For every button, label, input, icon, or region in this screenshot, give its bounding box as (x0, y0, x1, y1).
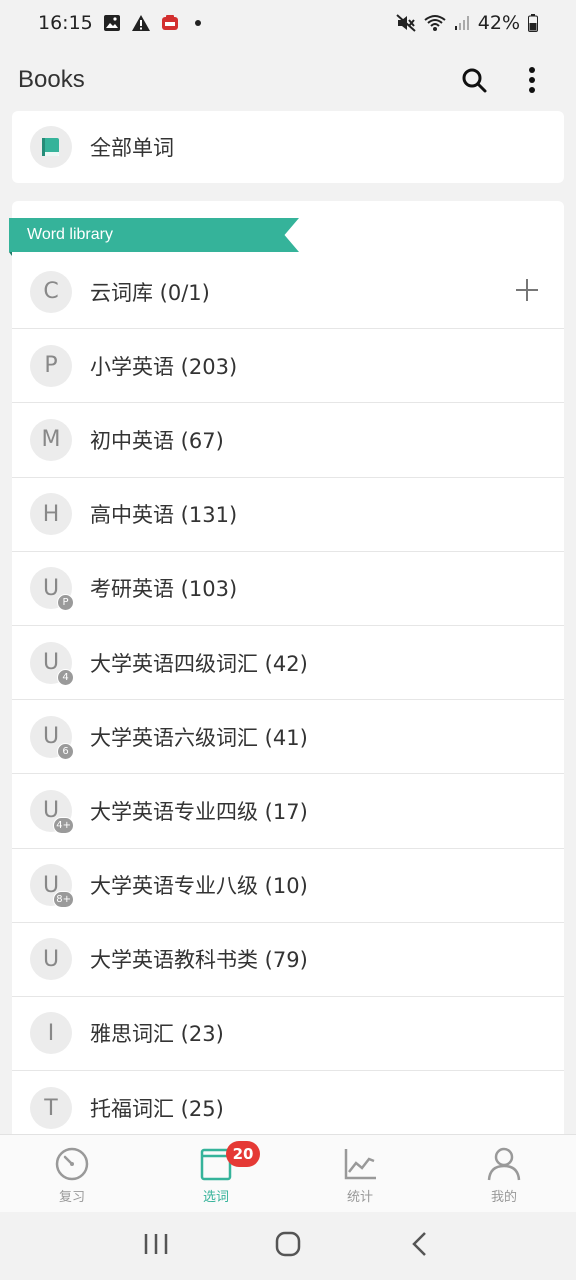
word-library-list: C 云词库 (0/1) P 小学英语 (203) M 初中英语 (67) H 高中英语 (13… (12, 255, 564, 1141)
library-item[interactable]: M 初中英语 (67) (12, 403, 564, 478)
battery-percent: 42% (477, 12, 520, 34)
library-letter-avatar: P (30, 344, 72, 387)
avatar-letter: I (47, 1020, 55, 1046)
library-letter-avatar: C (30, 270, 72, 313)
library-letter-avatar: I (30, 1012, 72, 1055)
level-badge: 8+ (53, 891, 74, 909)
library-item-label: 托福词汇 (25) (90, 1097, 224, 1122)
nav-count-badge: 20 (226, 1141, 260, 1167)
library-item-label: 考研英语 (103) (90, 577, 238, 602)
all-words-item[interactable]: 全部单词 (12, 111, 564, 183)
library-item[interactable]: P 小学英语 (203) (12, 329, 564, 404)
library-letter-avatar: H (30, 493, 72, 536)
avatar-letter: C (43, 279, 59, 305)
dot-icon (194, 20, 201, 26)
library-item[interactable]: U 大学英语教科书类 (79) (12, 923, 564, 997)
warning-icon (131, 14, 151, 32)
library-item-label: 初中英语 (67) (90, 428, 224, 453)
library-item[interactable]: U 6 大学英语六级词汇 (41) (12, 700, 564, 775)
level-badge: 6 (57, 742, 74, 760)
avatar-letter: U (42, 946, 60, 972)
image-icon (103, 14, 121, 32)
library-letter-avatar: UP (30, 567, 74, 612)
notification-app-icon (161, 14, 179, 32)
nav-item-profile[interactable]: 我的 (432, 1135, 576, 1212)
status-time: 16:15 (38, 12, 93, 34)
library-item[interactable]: T 托福词汇 (25) (12, 1071, 564, 1141)
all-words-label: 全部单词 (90, 136, 174, 160)
level-badge: 4 (57, 668, 74, 686)
word-library-card: C 云词库 (0/1) P 小学英语 (203) M 初中英语 (67) H 高中英语 (13… (12, 201, 564, 1141)
library-item[interactable]: H 高中英语 (131) (12, 478, 564, 552)
library-letter-avatar: M (30, 418, 72, 461)
avatar-letter: M (41, 427, 61, 453)
library-letter-avatar: T (30, 1087, 72, 1130)
library-item[interactable]: U 8+ 大学英语专业八级 (10) (12, 849, 564, 923)
nav-item-stats[interactable]: 统计 (288, 1135, 432, 1212)
library-item-label: 大学英语专业四级 (17) (90, 799, 308, 824)
library-item[interactable]: I 雅思词汇 (23) (12, 997, 564, 1072)
system-nav-bar (0, 1212, 576, 1280)
nav-item-select-words[interactable]: 选词 20 (144, 1135, 288, 1212)
battery-icon (528, 14, 538, 32)
library-item-label: 高中英语 (131) (90, 503, 238, 528)
library-item-label: 大学英语四级词汇 (42) (90, 651, 308, 676)
library-item[interactable]: U 4 大学英语四级词汇 (42) (12, 626, 564, 701)
ribbon-fold (9, 252, 12, 256)
library-item-label: 大学英语专业八级 (10) (90, 874, 308, 899)
back-icon[interactable] (405, 1229, 435, 1263)
app-bar: Books (0, 52, 576, 108)
level-badge: 4+ (53, 816, 74, 834)
level-badge: P (57, 594, 74, 612)
word-library-ribbon: Word library (9, 218, 299, 252)
add-icon[interactable] (514, 277, 540, 307)
avatar-letter: U (42, 724, 60, 750)
library-item[interactable]: C 云词库 (0/1) (12, 255, 564, 330)
nav-label-stats: 统计 (346, 1190, 373, 1205)
library-item-label: 大学英语教科书类 (79) (90, 948, 308, 973)
avatar-letter: U (42, 650, 60, 676)
avatar-letter: T (44, 1095, 58, 1121)
library-item[interactable]: U P 考研英语 (103) (12, 552, 564, 626)
library-item-label: 大学英语六级词汇 (41) (90, 725, 308, 750)
avatar-letter: U (42, 575, 60, 601)
library-letter-avatar: U 4+ (30, 789, 74, 834)
avatar-letter: P (44, 353, 58, 379)
more-vert-icon[interactable] (516, 64, 548, 96)
signal-icon (454, 15, 470, 31)
page-title: Books (18, 66, 85, 93)
person-icon (487, 1147, 521, 1181)
book-icon (30, 126, 72, 168)
nav-label-profile: 我的 (490, 1190, 517, 1205)
bottom-nav: 复习 选词 20 统计 我的 (0, 1134, 576, 1212)
wifi-icon (424, 14, 446, 32)
home-icon[interactable] (273, 1229, 303, 1263)
library-letter-avatar: U6 (30, 715, 74, 760)
nav-label-select-words: 选词 (202, 1190, 229, 1205)
library-item-label: 云词库 (0/1) (90, 280, 210, 305)
nav-label-review: 复习 (58, 1190, 85, 1205)
status-bar: 16:15 42% (0, 0, 576, 46)
chart-icon (344, 1149, 376, 1180)
library-letter-avatar: U4 (30, 641, 74, 686)
library-letter-avatar: U 8+ (30, 864, 74, 909)
review-gauge-icon (55, 1147, 89, 1181)
nav-item-review[interactable]: 复习 (0, 1135, 144, 1212)
recents-icon[interactable] (141, 1230, 171, 1262)
library-item[interactable]: U 4+ 大学英语专业四级 (17) (12, 774, 564, 849)
mute-icon (396, 14, 416, 32)
library-letter-avatar: U (30, 938, 72, 981)
search-icon[interactable] (458, 64, 490, 96)
avatar-letter: H (42, 501, 60, 527)
library-item-label: 雅思词汇 (23) (90, 1022, 224, 1047)
library-item-label: 小学英语 (203) (90, 354, 238, 379)
